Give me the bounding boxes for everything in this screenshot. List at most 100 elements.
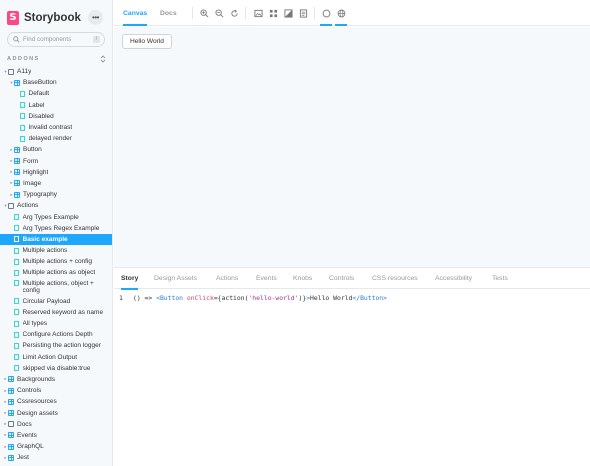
tree-item-label: All types xyxy=(22,320,48,328)
tree-item[interactable]: ▸ Design assets xyxy=(0,407,112,418)
component-icon xyxy=(8,432,14,439)
tree-item[interactable]: ▾ BaseButton xyxy=(0,77,112,88)
tree-item-label: Cssresources xyxy=(17,398,57,406)
story-icon xyxy=(14,298,19,305)
addon-panel: Story Design Assets Actions Events Knobs… xyxy=(114,267,590,466)
tree-item-label: Circular Payload xyxy=(22,297,71,305)
tree-item[interactable]: Multiple actions as object xyxy=(0,267,112,278)
search-input[interactable] xyxy=(23,36,91,43)
menu-button[interactable]: ••• xyxy=(88,10,103,25)
component-icon xyxy=(8,410,14,417)
storybook-logo-icon xyxy=(7,11,19,25)
locale-button[interactable] xyxy=(335,8,347,26)
tree-item-label: Highlight xyxy=(23,168,49,176)
outline-button[interactable] xyxy=(320,8,332,26)
tree-item[interactable]: ▾ Actions xyxy=(0,200,112,211)
measure-button[interactable] xyxy=(298,8,308,18)
tree-item[interactable]: Multiple actions xyxy=(0,245,112,256)
tree-item[interactable]: ▸ Image xyxy=(0,178,112,189)
zoom-in-button[interactable] xyxy=(199,8,209,18)
tree-item[interactable]: Label xyxy=(0,100,112,111)
tree-item-label: Disabled xyxy=(28,112,54,120)
tree-item[interactable]: ▸ Docs xyxy=(0,419,112,430)
vision-button[interactable] xyxy=(283,8,293,18)
tree-item[interactable]: Reserved keyword as name xyxy=(0,307,112,318)
tree-item[interactable]: ▸ Cssresources xyxy=(0,396,112,407)
tab-canvas[interactable]: Canvas xyxy=(123,0,148,26)
tree-item[interactable]: Multiple actions, object + config xyxy=(0,279,112,296)
tree-item[interactable]: Multiple actions + config xyxy=(0,256,112,267)
zoom-out-button[interactable] xyxy=(214,8,224,18)
more-icon: ••• xyxy=(92,12,99,22)
tree-item-label: Typography xyxy=(23,191,57,199)
tree-item[interactable]: ▸ Button xyxy=(0,144,112,155)
tree-item[interactable]: Configure Actions Depth xyxy=(0,329,112,340)
tree-item-label: Basic example xyxy=(22,235,68,243)
tree-item[interactable]: ▸ Highlight xyxy=(0,167,112,178)
zoom-reset-button[interactable] xyxy=(229,8,239,18)
grid-icon xyxy=(269,9,277,17)
story-icon xyxy=(20,135,25,142)
expand-collapse-icon[interactable] xyxy=(100,55,106,63)
tree-item[interactable]: ▸ Controls xyxy=(0,385,112,396)
tree-item[interactable]: Arg Types Example xyxy=(0,211,112,222)
tab-docs[interactable]: Docs xyxy=(160,0,177,26)
background-button[interactable] xyxy=(253,8,263,18)
tab-label: Tests xyxy=(492,275,508,282)
tree-item[interactable]: Limit Action Output xyxy=(0,352,112,363)
tab-accessibility[interactable]: Accessibility xyxy=(435,268,472,289)
tab-knobs[interactable]: Knobs xyxy=(293,268,312,289)
tree-item[interactable]: ▸ Typography xyxy=(0,189,112,200)
tree-item-label: Limit Action Output xyxy=(22,353,78,361)
tree-item[interactable]: ▸ Events xyxy=(0,430,112,441)
search-box[interactable]: / xyxy=(7,32,105,47)
tree-item[interactable]: Persisting the action logger xyxy=(0,340,112,351)
tree-item-label: Backgrounds xyxy=(17,375,55,383)
tab-events[interactable]: Events xyxy=(256,268,277,289)
story-icon xyxy=(14,365,19,372)
brand[interactable]: Storybook xyxy=(7,10,81,26)
tree-item[interactable]: delayed render xyxy=(0,133,112,144)
tree-item-label: GraphQL xyxy=(17,443,44,451)
toolbar-divider xyxy=(192,7,193,19)
grid-button[interactable] xyxy=(268,8,278,18)
tab-controls[interactable]: Controls xyxy=(329,268,354,289)
tab-label: Story xyxy=(121,275,139,282)
tree-item[interactable]: ▸ Form xyxy=(0,156,112,167)
toolbar-divider xyxy=(314,7,315,19)
component-icon xyxy=(14,79,20,86)
tab-label: Accessibility xyxy=(435,275,473,282)
document-icon xyxy=(299,8,307,18)
tree-item[interactable]: Disabled xyxy=(0,111,112,122)
tree-item-label: Invalid contrast xyxy=(28,124,73,132)
component-icon xyxy=(8,376,14,383)
tree-item[interactable]: Arg Types Regex Example xyxy=(0,223,112,234)
tab-actions[interactable]: Actions xyxy=(216,268,238,289)
tree-item[interactable]: ▸ GraphQL xyxy=(0,441,112,452)
folder-icon xyxy=(8,202,14,209)
tree-item[interactable]: skipped via disable:true xyxy=(0,363,112,374)
tree-item[interactable]: Circular Payload xyxy=(0,296,112,307)
tree-item[interactable]: ▾ A11y xyxy=(0,66,112,77)
tree-item[interactable]: ▸ Backgrounds xyxy=(0,374,112,385)
tree-item-label: Multiple actions as object xyxy=(22,269,96,277)
tree-item[interactable]: ▸ Jest xyxy=(0,452,112,463)
tree-item-label: Events xyxy=(17,431,37,439)
tab-tests[interactable]: Tests xyxy=(492,268,508,289)
tree-item[interactable]: Invalid contrast xyxy=(0,122,112,133)
story-icon xyxy=(20,113,25,120)
story-icon xyxy=(14,247,19,254)
hello-world-button[interactable]: Hello World xyxy=(122,34,172,49)
tree-item[interactable]: Default xyxy=(0,88,112,99)
component-icon xyxy=(8,398,14,405)
tree-item[interactable]: All types xyxy=(0,318,112,329)
story-icon xyxy=(14,320,19,327)
section-header[interactable]: ADDONS xyxy=(7,54,106,64)
component-icon xyxy=(14,191,20,198)
tree-item-label: delayed render xyxy=(28,135,72,143)
tab-css-resources[interactable]: CSS resources xyxy=(372,268,418,289)
tree-item[interactable]: Basic example xyxy=(0,233,112,245)
tab-design-assets[interactable]: Design Assets xyxy=(154,268,197,289)
tab-story[interactable]: Story xyxy=(121,268,139,290)
tab-label: Knobs xyxy=(293,275,313,282)
